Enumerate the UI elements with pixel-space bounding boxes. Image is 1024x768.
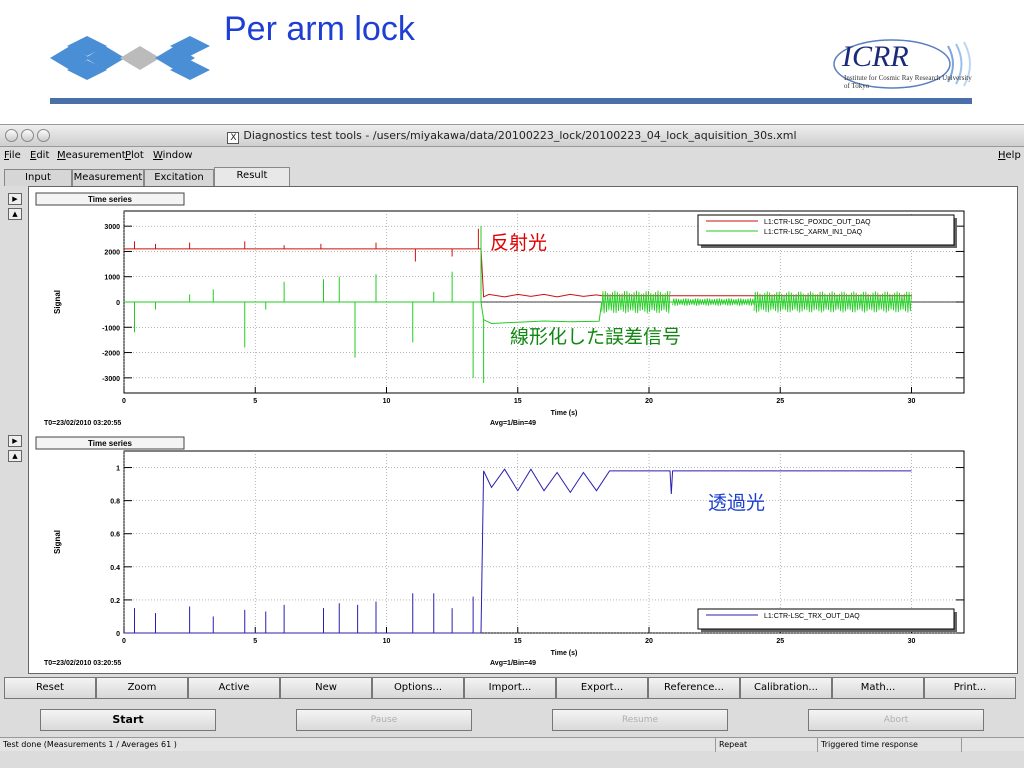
panel1-collapse-up-icon[interactable]: ▲ <box>8 208 22 220</box>
reference-button[interactable]: Reference... <box>648 677 740 699</box>
diagnostics-window: X Diagnostics test tools - /users/miyakaw… <box>0 124 1024 768</box>
print-button[interactable]: Print... <box>924 677 1016 699</box>
chart2-y-tick-label: 1 <box>116 466 120 473</box>
chart1-x-axis-label: Time (s) <box>551 410 578 417</box>
chart2-footer-avg: Avg=1/Bin=49 <box>490 660 536 667</box>
chart1-y-tick-label: -1000 <box>102 325 120 332</box>
chart1-y-tick-label: 2000 <box>104 249 120 256</box>
chart1-x-tick-label: 10 <box>383 398 391 405</box>
diamond-logo-icon <box>50 36 210 80</box>
chart2-x-tick-label: 0 <box>122 638 126 645</box>
menu-plot[interactable]: Plot <box>125 150 144 161</box>
reflection-error-time-series-chart[interactable]: Time series 0 5 10 15 20 25 30 -3000 -2000 -1000 0 1… <box>28 187 1018 431</box>
chart1-x-tick-label: 5 <box>253 398 257 405</box>
chart1-y-tick-label: 3000 <box>104 224 120 231</box>
chart1-legend-label-1: L1:CTR-LSC_POXDC_OUT_DAQ <box>764 219 871 226</box>
active-button[interactable]: Active <box>188 677 280 699</box>
window-title: Diagnostics test tools - /users/miyakawa… <box>243 129 797 142</box>
logo-subtitle: Institute for Cosmic Ray Research Univer… <box>844 74 972 90</box>
chart1-x-tick-label: 20 <box>645 398 653 405</box>
chart2-annotation-1: 透過光 <box>708 492 765 514</box>
icrr-logo: ICRR Institute for Cosmic Ray Research U… <box>830 36 980 96</box>
chart2-y-tick-label: 0 <box>116 631 120 638</box>
pause-button[interactable]: Pause <box>296 709 472 731</box>
tab-measurement[interactable]: Measurement <box>72 169 144 186</box>
chart2-x-tick-label: 25 <box>776 638 784 645</box>
chart1-annotation-1: 反射光 <box>490 232 547 254</box>
x11-icon: X <box>227 132 240 144</box>
import-button[interactable]: Import... <box>464 677 556 699</box>
chart2-x-tick-label: 15 <box>514 638 522 645</box>
plot-toolbar: Reset Zoom Active New Options... Import.… <box>4 677 1016 699</box>
status-bar: Test done (Measurements 1 / Averages 61 … <box>0 737 1024 752</box>
reset-button[interactable]: Reset <box>4 677 96 699</box>
chart2-y-tick-label: 0.6 <box>110 532 120 539</box>
tab-excitation[interactable]: Excitation <box>144 169 214 186</box>
resume-button[interactable]: Resume <box>552 709 728 731</box>
new-button[interactable]: New <box>280 677 372 699</box>
chart1-x-tick-label: 15 <box>514 398 522 405</box>
chart2-footer-t0: T0=23/02/2010 03:20:55 <box>44 660 121 667</box>
chart2-legend-label-1: L1:CTR-LSC_TRX_OUT_DAQ <box>764 613 860 620</box>
zoom-button[interactable]: Zoom <box>96 677 188 699</box>
menu-help[interactable]: Help <box>998 150 1021 161</box>
start-button[interactable]: Start <box>40 709 216 731</box>
status-message: Test done (Measurements 1 / Averages 61 … <box>0 738 716 752</box>
chart2-y-tick-label: 0.8 <box>110 499 120 506</box>
chart2-x-tick-label: 20 <box>645 638 653 645</box>
chart1-y-axis-label: Signal <box>53 290 62 314</box>
logo-text: ICRR <box>842 40 909 73</box>
tab-result[interactable]: Result <box>214 167 290 186</box>
chart1-footer-t0: T0=23/02/2010 03:20:55 <box>44 420 121 427</box>
chart1-panel-title: Time series <box>88 195 132 204</box>
chart2-y-tick-label: 0.2 <box>110 598 120 605</box>
menu-measurement[interactable]: Measurement <box>57 150 126 161</box>
run-controls: Start Pause Resume Abort <box>0 709 1024 731</box>
export-button[interactable]: Export... <box>556 677 648 699</box>
chart2-x-tick-label: 30 <box>908 638 916 645</box>
chart2-panel-title: Time series <box>88 439 132 448</box>
window-titlebar[interactable]: X Diagnostics test tools - /users/miyakaw… <box>0 125 1024 147</box>
chart2-x-axis-label: Time (s) <box>551 650 578 657</box>
chart1-y-tick-label: -3000 <box>102 376 120 383</box>
status-mode: Triggered time response <box>818 738 962 752</box>
chart2-y-tick-label: 0.4 <box>110 565 120 572</box>
tab-input[interactable]: Input <box>4 169 72 186</box>
slide-title: Per arm lock <box>224 10 415 48</box>
tab-bar: Input Measurement Excitation Result <box>0 166 1024 186</box>
menu-bar: File Edit Measurement Plot Window Help <box>0 147 1024 165</box>
math-button[interactable]: Math... <box>832 677 924 699</box>
chart1-annotation-2: 線形化した誤差信号 <box>510 326 681 348</box>
resize-grip-icon[interactable] <box>962 738 1024 752</box>
panel2-expand-right-icon[interactable]: ▶ <box>8 435 22 447</box>
panel2-collapse-up-icon[interactable]: ▲ <box>8 450 22 462</box>
chart2-x-tick-label: 10 <box>383 638 391 645</box>
chart2-plot-frame <box>123 450 965 634</box>
chart1-footer-avg: Avg=1/Bin=49 <box>490 420 536 427</box>
panel1-expand-right-icon[interactable]: ▶ <box>8 193 22 205</box>
chart2-x-tick-label: 5 <box>253 638 257 645</box>
chart1-x-tick-label: 30 <box>908 398 916 405</box>
status-repeat: Repeat <box>716 738 818 752</box>
options-button[interactable]: Options... <box>372 677 464 699</box>
transmission-time-series-chart[interactable]: Time series 0 5 10 15 20 25 30 0 0.2 0.4 0.6 0.8 1 Tim… <box>28 431 1018 673</box>
chart2-y-axis-label: Signal <box>53 530 62 554</box>
chart1-y-tick-label: 0 <box>116 300 120 307</box>
chart1-y-tick-label: -2000 <box>102 351 120 358</box>
chart1-x-tick-label: 0 <box>122 398 126 405</box>
abort-button[interactable]: Abort <box>808 709 984 731</box>
chart1-y-tick-label: 1000 <box>104 275 120 282</box>
chart1-x-tick-label: 25 <box>776 398 784 405</box>
menu-edit[interactable]: Edit <box>30 150 49 161</box>
menu-window[interactable]: Window <box>153 150 192 161</box>
menu-file[interactable]: File <box>4 150 21 161</box>
chart1-legend-label-2: L1:CTR-LSC_XARM_IN1_DAQ <box>764 229 863 236</box>
calibration-button[interactable]: Calibration... <box>740 677 832 699</box>
title-divider <box>50 98 972 104</box>
